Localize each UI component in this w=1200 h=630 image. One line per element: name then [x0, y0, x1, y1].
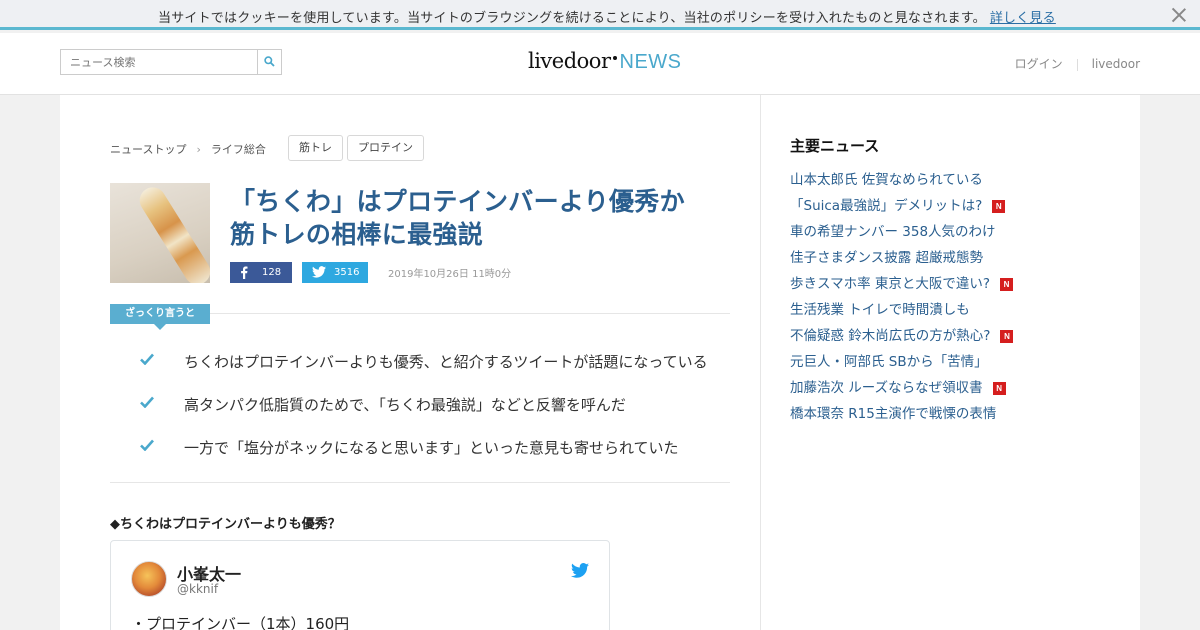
- chikuwa-image: [134, 183, 210, 283]
- article-title: 「ちくわ」はプロテインバーより優秀か 筋トレの相棒に最強説: [230, 185, 730, 251]
- facebook-share-button[interactable]: 128: [230, 262, 292, 283]
- twitter-bird-icon[interactable]: [571, 563, 589, 578]
- cookie-details-link[interactable]: 詳しく見る: [990, 11, 1056, 26]
- new-badge: N: [992, 382, 1006, 395]
- livedoor-link[interactable]: livedoor: [1092, 57, 1140, 71]
- news-link-text: 車の希望ナンバー 358人気のわけ: [790, 224, 996, 240]
- publish-date: 2019年10月26日 11時0分: [388, 269, 512, 280]
- facebook-icon: [241, 266, 248, 279]
- news-link-text: 不倫疑惑 鈴木尚広氏の方が熱心?: [790, 328, 991, 344]
- news-link[interactable]: 佳子さまダンス披露 超厳戒態勢: [790, 246, 983, 266]
- new-badge: N: [992, 200, 1006, 213]
- article-thumbnail[interactable]: [110, 183, 210, 283]
- sidebar: 主要ニュース 山本太郎氏 佐賀なめられている 「Suica最強説」デメリットは?…: [761, 95, 1140, 630]
- header-links: ログイン livedoor: [1015, 55, 1140, 72]
- summary-point: 高タンパク低脂質のためで、「ちくわ最強説」などと反響を呼んだ: [110, 392, 750, 416]
- summary-text: ちくわはプロテインバーよりも優秀、と紹介するツイートが話題になっている: [184, 353, 708, 371]
- checkmark-icon: [140, 353, 154, 365]
- logo-dot: [612, 56, 617, 60]
- tweet-author-handle[interactable]: @kknif: [177, 582, 218, 596]
- news-link-text: 元巨人・阿部氏 SBから「苦情」: [790, 354, 988, 370]
- divider: [110, 482, 730, 483]
- checkmark-icon: [140, 439, 154, 451]
- summary-label: ざっくり言うと: [110, 304, 210, 330]
- news-link[interactable]: 元巨人・阿部氏 SBから「苦情」: [790, 350, 988, 370]
- search-box: [60, 49, 282, 75]
- news-link[interactable]: 加藤浩次 ルーズならなぜ領収書 N: [790, 376, 1006, 396]
- search-button[interactable]: [257, 50, 281, 74]
- news-link[interactable]: 歩きスマホ率 東京と大阪で違い? N: [790, 272, 1014, 292]
- login-link[interactable]: ログイン: [1015, 57, 1063, 71]
- logo-livedoor: livedoor: [528, 49, 611, 73]
- twitter-count: 3516: [334, 267, 360, 278]
- new-badge: N: [1000, 278, 1014, 291]
- news-link-text: 佳子さまダンス披露 超厳戒態勢: [790, 250, 984, 266]
- cookie-banner: 当サイトではクッキーを使用しています。当サイトのブラウジングを続けることにより、…: [0, 0, 1200, 30]
- news-link[interactable]: 橋本環奈 R15主演作で戦慄の表情: [790, 402, 996, 422]
- title-line: 「ちくわ」はプロテインバーより優秀か: [230, 187, 685, 216]
- breadcrumb: ニューストップ › ライフ総合: [110, 141, 266, 157]
- news-link[interactable]: 車の希望ナンバー 358人気のわけ: [790, 220, 996, 240]
- news-link-text: 山本太郎氏 佐賀なめられている: [790, 172, 983, 188]
- embedded-tweet[interactable]: 小峯太一 @kknif ・プロテインバー（1本）160円: [110, 540, 610, 630]
- news-link[interactable]: 「Suica最強説」デメリットは? N: [790, 194, 1006, 214]
- news-link-text: 歩きスマホ率 東京と大阪で違い?: [790, 276, 991, 292]
- checkmark-icon: [140, 396, 154, 408]
- news-link-text: 橋本環奈 R15主演作で戦慄の表情: [790, 406, 997, 422]
- news-link-text: 加藤浩次 ルーズならなぜ領収書: [790, 380, 983, 396]
- new-badge: N: [1000, 330, 1014, 343]
- facebook-count: 128: [262, 267, 282, 278]
- summary-text: 一方で「塩分がネックになると思います」といった意見も寄せられていた: [184, 439, 679, 457]
- site-header: livedoor NEWS ログイン livedoor: [0, 33, 1200, 95]
- news-link[interactable]: 山本太郎氏 佐賀なめられている: [790, 168, 983, 188]
- breadcrumb-item[interactable]: ニューストップ: [110, 143, 186, 156]
- sidebar-title: 主要ニュース: [790, 137, 880, 155]
- divider: [210, 313, 730, 314]
- divider: [1076, 58, 1078, 71]
- twitter-icon: [312, 266, 326, 278]
- news-link-text: 生活残業 トイレで時間潰しも: [790, 302, 970, 318]
- article-column: ニューストップ › ライフ総合 筋トレ プロテイン 「ちくわ」はプロテインバーより優…: [60, 95, 761, 630]
- article-subheading: ◆ちくわはプロテインバーよりも優秀？: [110, 517, 341, 532]
- summary-point: 一方で「塩分がネックになると思います」といった意見も寄せられていた: [110, 435, 750, 459]
- tweet-text: ・プロテインバー（1本）160円: [131, 615, 350, 630]
- news-link[interactable]: 不倫疑惑 鈴木尚広氏の方が熱心? N: [790, 324, 1014, 344]
- chevron-right-icon: ›: [196, 143, 201, 156]
- tag-item[interactable]: 筋トレ: [288, 135, 343, 161]
- cookie-text: 当サイトではクッキーを使用しています。当サイトのブラウジングを続けることにより、…: [158, 11, 986, 26]
- search-input[interactable]: [61, 50, 257, 74]
- summary-point: ちくわはプロテインバーよりも優秀、と紹介するツイートが話題になっている: [110, 349, 750, 373]
- logo-news: NEWS: [619, 51, 682, 73]
- title-line: 筋トレの相棒に最強説: [230, 220, 484, 249]
- search-icon: [264, 56, 275, 67]
- close-icon[interactable]: [1170, 6, 1188, 24]
- news-link-text: 「Suica最強説」デメリットは?: [790, 198, 983, 214]
- breadcrumb-item[interactable]: ライフ総合: [211, 143, 266, 156]
- avatar[interactable]: [131, 561, 167, 597]
- summary-text: 高タンパク低脂質のためで、「ちくわ最強説」などと反響を呼んだ: [184, 396, 626, 414]
- tag-item[interactable]: プロテイン: [347, 135, 424, 161]
- twitter-share-button[interactable]: 3516: [302, 262, 368, 283]
- news-link[interactable]: 生活残業 トイレで時間潰しも: [790, 298, 970, 318]
- cookie-message: 当サイトではクッキーを使用しています。当サイトのブラウジングを続けることにより、…: [158, 7, 1056, 26]
- site-logo[interactable]: livedoor NEWS: [528, 49, 682, 74]
